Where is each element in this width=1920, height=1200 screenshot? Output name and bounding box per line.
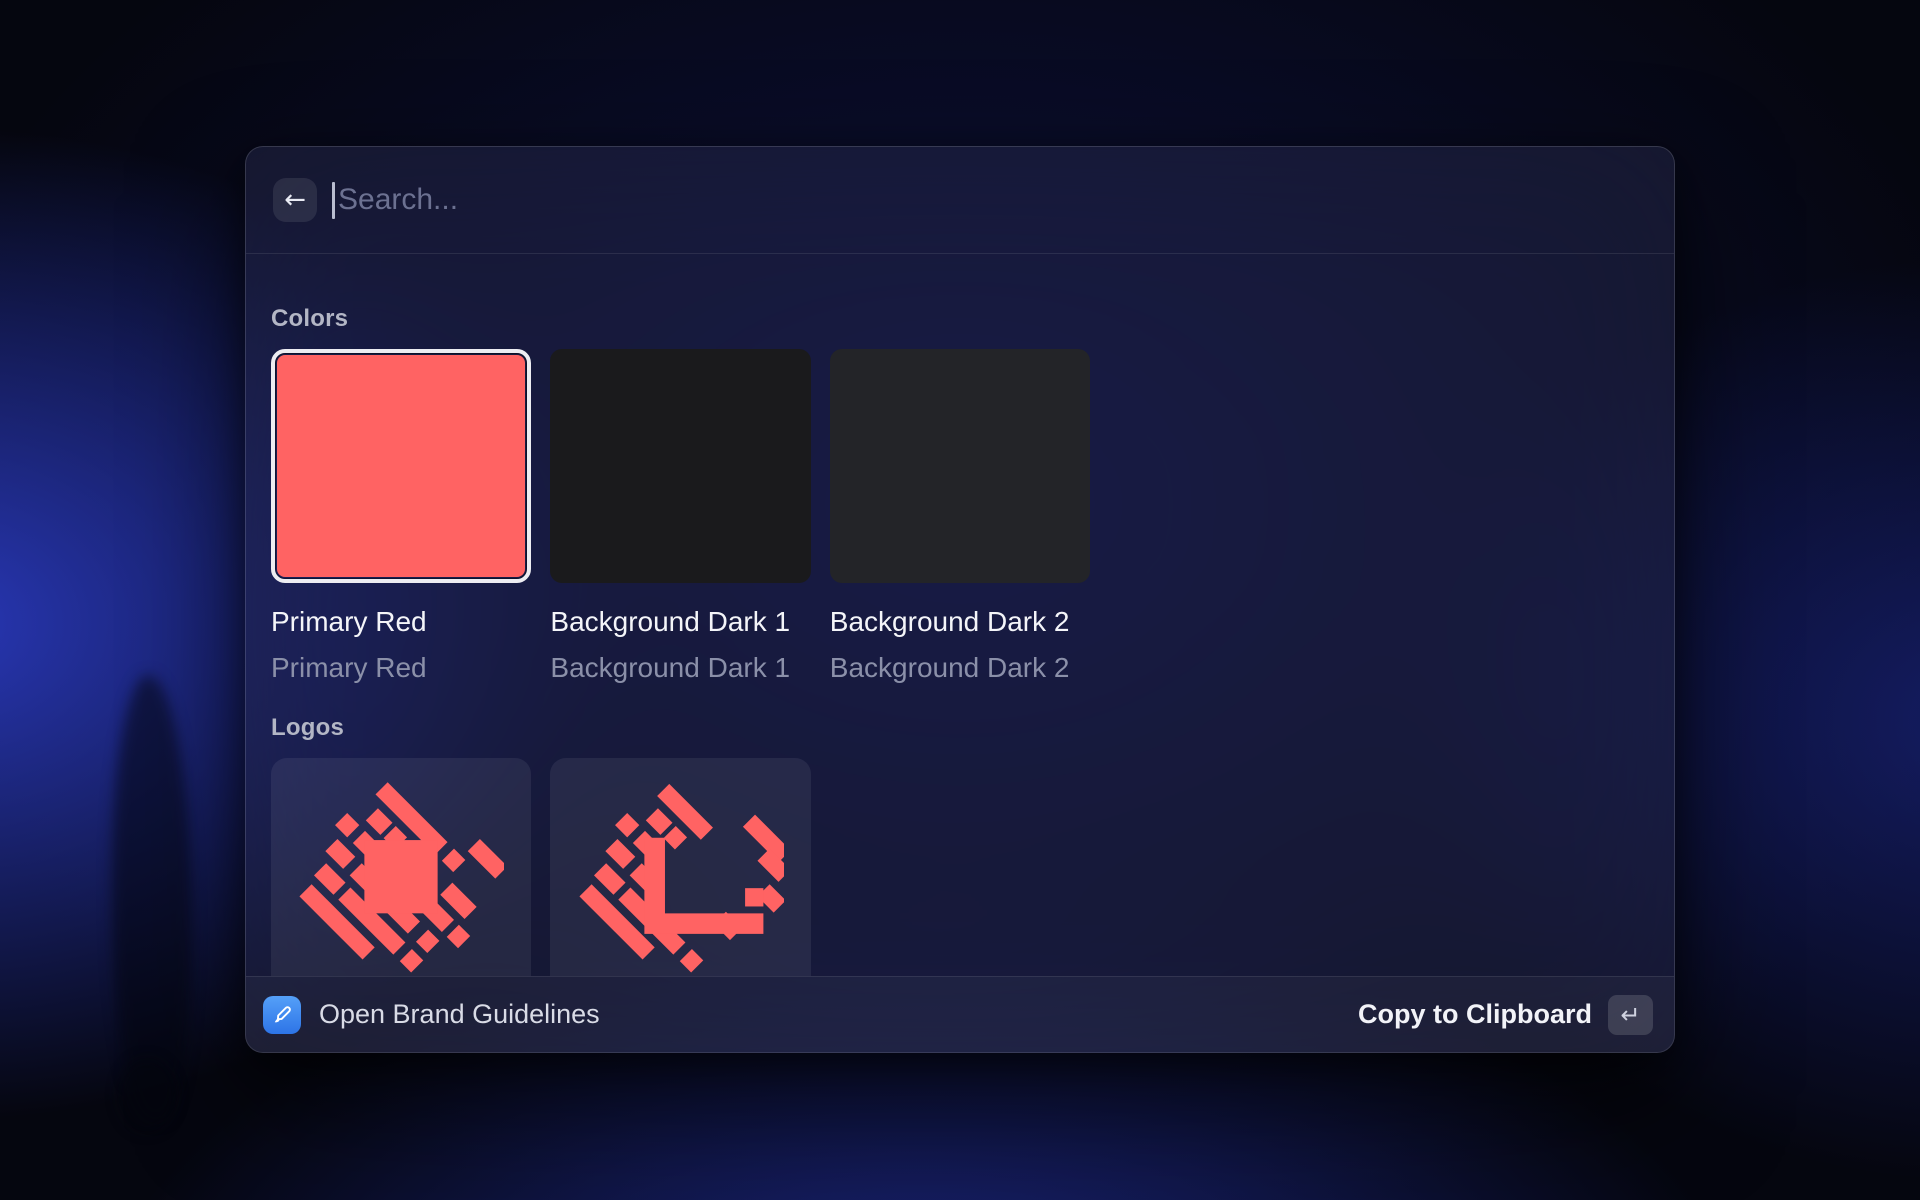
return-key-badge: ↵ — [1608, 995, 1653, 1035]
color-card-primary-red[interactable]: Primary Red Primary Red — [271, 349, 531, 684]
selection-ring — [271, 349, 531, 583]
brand-logomark-filled-icon — [298, 776, 504, 976]
color-title: Background Dark 2 — [830, 606, 1090, 638]
color-swatch-primary-red — [277, 355, 525, 577]
color-subtitle: Background Dark 2 — [830, 652, 1090, 684]
brand-guidelines-app-icon — [263, 996, 301, 1034]
section-header-logos: Logos — [271, 714, 1649, 742]
wallpaper-shadow-shape-small — [118, 1058, 176, 1132]
swatch-frame — [830, 349, 1090, 583]
search-bar: ← — [246, 147, 1674, 254]
color-swatch-background-dark-1 — [550, 349, 810, 583]
results-scroll-area[interactable]: Colors Primary Red Primary Red Backgroun… — [246, 254, 1674, 976]
return-key-icon: ↵ — [1620, 1001, 1640, 1029]
color-title: Background Dark 1 — [550, 606, 810, 638]
desktop-wallpaper: ← Colors Primary Red Primary Red — [0, 0, 1920, 1200]
logos-grid — [271, 758, 1649, 976]
color-card-background-dark-1[interactable]: Background Dark 1 Background Dark 1 — [550, 349, 810, 684]
colors-grid: Primary Red Primary Red Background Dark … — [271, 349, 1649, 684]
command-palette-window: ← Colors Primary Red Primary Red — [245, 146, 1675, 1053]
text-cursor — [332, 182, 335, 219]
color-subtitle: Background Dark 1 — [550, 652, 810, 684]
swatch-frame — [550, 349, 810, 583]
wallpaper-shadow-shape — [112, 675, 192, 1120]
copy-to-clipboard-action[interactable]: Copy to Clipboard — [1358, 999, 1592, 1030]
action-bar: Open Brand Guidelines Copy to Clipboard … — [246, 976, 1674, 1052]
color-subtitle: Primary Red — [271, 652, 531, 684]
open-brand-guidelines-action[interactable]: Open Brand Guidelines — [319, 999, 600, 1030]
color-swatch-background-dark-2 — [830, 349, 1090, 583]
section-header-colors: Colors — [271, 305, 1649, 333]
logo-card-filled[interactable] — [271, 758, 531, 976]
paintbrush-icon — [270, 1003, 294, 1027]
back-arrow-icon: ← — [284, 185, 306, 215]
color-card-background-dark-2[interactable]: Background Dark 2 Background Dark 2 — [830, 349, 1090, 684]
color-title: Primary Red — [271, 606, 531, 638]
logo-card-outline[interactable] — [550, 758, 810, 976]
back-button[interactable]: ← — [273, 178, 317, 222]
search-input[interactable] — [338, 183, 1649, 217]
brand-logomark-outline-icon — [578, 776, 784, 976]
